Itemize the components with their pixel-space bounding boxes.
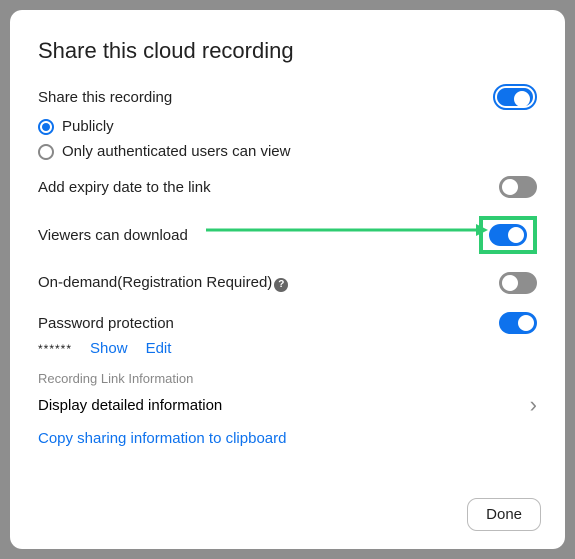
chevron-right-icon: › [530,392,537,418]
download-row: Viewers can download [38,216,537,254]
done-button[interactable]: Done [467,498,541,531]
radio-publicly[interactable]: Publicly [38,118,537,135]
share-recording-label: Share this recording [38,89,172,106]
highlight-box [479,216,537,254]
download-toggle[interactable] [489,224,527,246]
radio-authenticated[interactable]: Only authenticated users can view [38,143,537,160]
password-row: Password protection [38,312,537,334]
help-icon[interactable]: ? [274,278,288,292]
password-label: Password protection [38,315,174,332]
download-label: Viewers can download [38,227,188,244]
expiry-toggle[interactable] [499,176,537,198]
expiry-label: Add expiry date to the link [38,179,211,196]
share-dialog: Share this cloud recording Share this re… [10,10,565,549]
radio-dot-icon [38,144,54,160]
share-recording-toggle[interactable] [493,84,537,110]
password-toggle[interactable] [499,312,537,334]
ondemand-row: On-demand(Registration Required)? [38,272,537,294]
password-actions: ****** Show Edit [38,340,537,357]
show-password-link[interactable]: Show [90,340,128,357]
display-detailed-info-label: Display detailed information [38,397,222,414]
edit-password-link[interactable]: Edit [146,340,172,357]
share-recording-row: Share this recording [38,84,537,110]
recording-link-section-label: Recording Link Information [38,371,537,386]
password-mask: ****** [38,342,72,356]
display-detailed-info[interactable]: Display detailed information › [38,392,537,418]
radio-dot-icon [38,119,54,135]
dialog-title: Share this cloud recording [38,38,537,64]
copy-sharing-info-link[interactable]: Copy sharing information to clipboard [38,430,537,447]
ondemand-label: On-demand(Registration Required)? [38,274,288,292]
radio-authenticated-label: Only authenticated users can view [62,143,290,160]
annotation-arrow-icon [206,220,496,240]
ondemand-toggle[interactable] [499,272,537,294]
expiry-row: Add expiry date to the link [38,176,537,198]
dialog-footer: Done [467,498,541,531]
visibility-radio-group: Publicly Only authenticated users can vi… [38,118,537,160]
radio-publicly-label: Publicly [62,118,114,135]
